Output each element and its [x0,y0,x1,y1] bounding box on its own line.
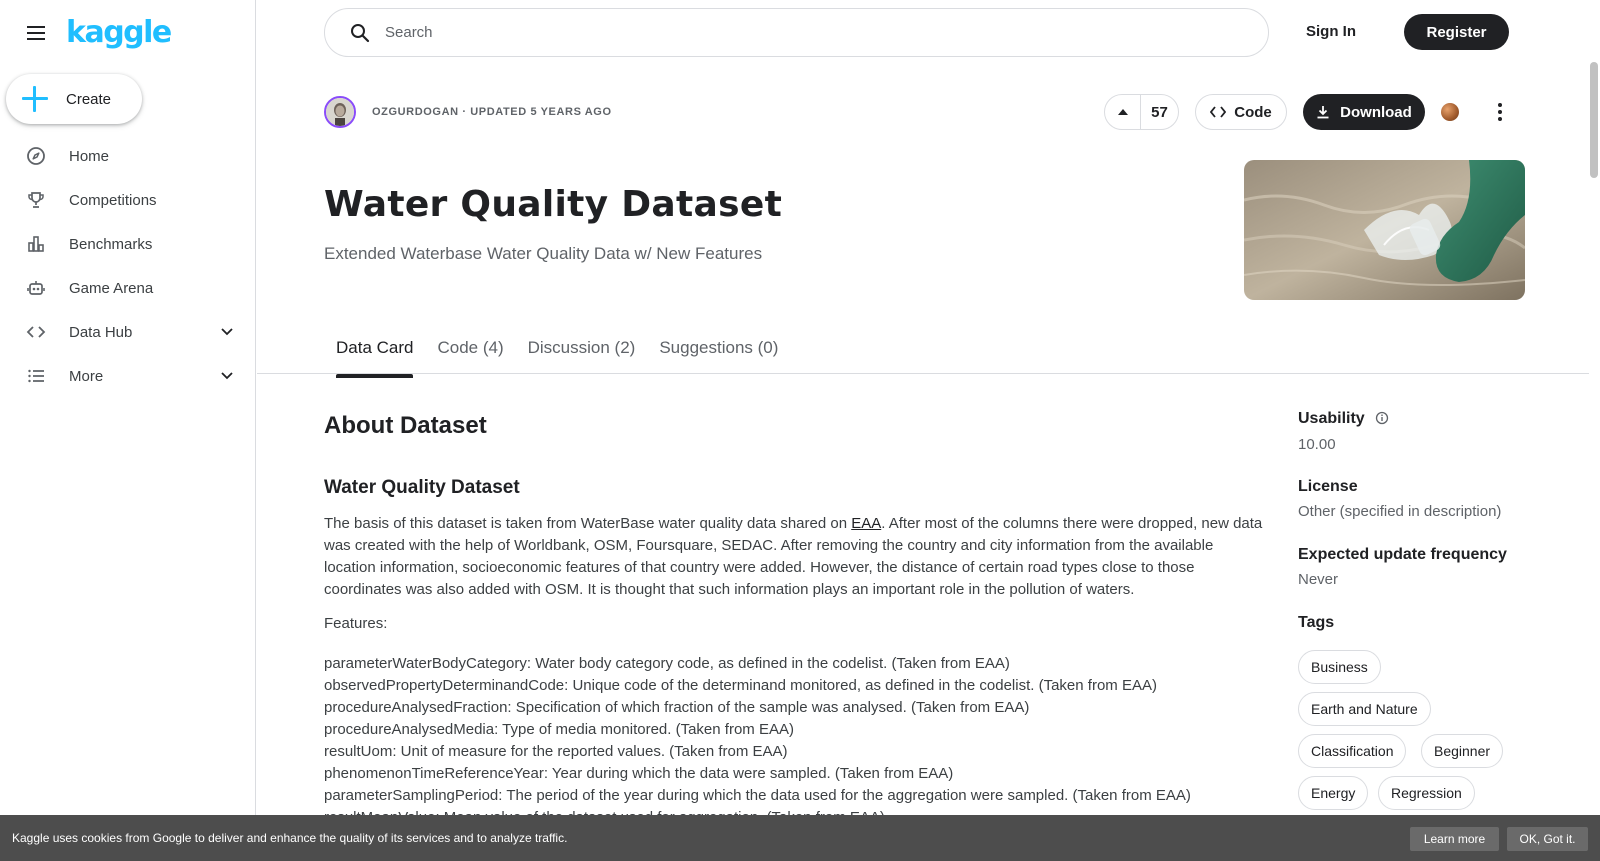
code-brackets-icon [1210,106,1227,118]
compass-icon [26,146,46,166]
trophy-icon [26,190,46,210]
feature-line: resultUom: Unit of measure for the repor… [324,743,788,760]
feature-line: procedureAnalysedMedia: Type of media mo… [324,721,794,738]
triangle-up-icon [1117,109,1128,115]
download-button[interactable]: Download [1303,94,1425,130]
menu-icon[interactable] [24,21,48,45]
sidebar-item-game-arena[interactable]: Game Arena [0,266,256,310]
register-button[interactable]: Register [1404,14,1509,50]
section-heading: Water Quality Dataset [324,477,520,498]
sign-in-button[interactable]: Sign In [1306,14,1356,50]
feature-line: procedureAnalysedFraction: Specification… [324,699,1030,716]
cookie-ok-button[interactable]: OK, Got it. [1507,827,1588,851]
sidebar-item-more[interactable]: More [0,354,256,398]
code-brackets-icon [26,322,46,342]
dataset-tabs: Data Card Code (4) Discussion (2) Sugges… [336,338,778,378]
page-subtitle: Extended Waterbase Water Quality Data w/… [324,244,763,263]
sidebar-item-data-hub[interactable]: Data Hub [0,310,256,354]
robot-icon [26,278,46,298]
tab-data-card[interactable]: Data Card [336,338,414,378]
list-icon [26,366,46,386]
bar-chart-icon [26,234,46,254]
usability-value: 10.00 [1298,436,1336,453]
download-icon [1317,106,1329,119]
tab-discussion[interactable]: Discussion (2) [528,338,636,372]
search-bar[interactable]: Search [324,8,1269,57]
download-button-label: Download [1340,103,1412,121]
plus-icon [22,86,48,112]
sidebar-item-benchmarks[interactable]: Benchmarks [0,222,256,266]
dataset-cover-image [1244,160,1525,300]
features-list: parameterWaterBodyCategory: Water body c… [324,653,1269,829]
tag-classification[interactable]: Classification [1298,734,1407,768]
tag-business[interactable]: Business [1298,650,1381,684]
tabs-divider [257,373,1589,374]
sidebar-item-label: Home [69,147,110,165]
license-label: License [1298,478,1358,495]
usability-heading: Usability [1298,410,1365,427]
scrollbar-thumb[interactable] [1590,62,1598,178]
code-button-label: Code [1234,103,1272,121]
sidebar-header: kaggle [24,18,172,48]
license-value: Other (specified in description) [1298,503,1502,520]
tab-code[interactable]: Code (4) [437,338,503,372]
feature-line: phenomenonTimeReferenceYear: Year during… [324,765,954,782]
description-paragraph: The basis of this dataset is taken from … [324,513,1269,601]
sidebar-item-label: Game Arena [69,279,154,297]
tab-suggestions[interactable]: Suggestions (0) [659,338,778,372]
sidebar-nav: Home Competitions Benchmarks Game Arena … [0,134,256,398]
search-input[interactable]: Search [385,24,433,41]
tag-earth-and-nature[interactable]: Earth and Nature [1298,692,1431,726]
tag-energy[interactable]: Energy [1298,776,1369,810]
kaggle-logo[interactable]: kaggle [66,18,172,48]
sidebar-item-label: Competitions [69,191,157,209]
info-icon[interactable] [1375,411,1389,425]
tag-beginner[interactable]: Beginner [1421,734,1504,768]
more-options-icon[interactable] [1490,100,1510,124]
tags-label: Tags [1298,614,1335,631]
chevron-down-icon[interactable] [220,324,234,338]
feature-line: parameterSamplingPeriod: The period of t… [324,787,1191,804]
sidebar-item-competitions[interactable]: Competitions [0,178,256,222]
sidebar-item-label: More [69,367,104,385]
feature-line: parameterWaterBodyCategory: Water body c… [324,655,1010,672]
sidebar: kaggle Create Home Competitions Benchmar… [0,0,256,861]
update-frequency-value: Never [1298,571,1339,588]
eaa-link[interactable]: EAA [851,515,881,532]
create-label: Create [66,90,112,108]
page-title: Water Quality Dataset [324,184,783,225]
create-button[interactable]: Create [6,74,142,124]
tag-regression[interactable]: Regression [1378,776,1475,810]
search-icon [351,23,370,42]
chevron-down-icon[interactable] [220,368,234,382]
vote-count: 57 [1151,103,1168,121]
cookie-banner: Kaggle uses cookies from Google to deliv… [0,815,1600,861]
code-button[interactable]: Code [1195,94,1287,130]
learn-more-button[interactable]: Learn more [1410,827,1499,851]
about-heading: About Dataset [324,412,487,439]
paragraph-text: The basis of this dataset is taken from … [324,515,852,532]
features-label: Features: [324,615,388,632]
sidebar-item-home[interactable]: Home [0,134,256,178]
update-frequency-label: Expected update frequency [1298,546,1507,563]
sidebar-item-label: Data Hub [69,323,133,341]
cookie-text: Kaggle uses cookies from Google to deliv… [12,831,568,845]
sidebar-item-label: Benchmarks [69,235,153,253]
avatar[interactable] [324,96,356,128]
feature-line: observedPropertyDeterminandCode: Unique … [324,677,1157,694]
usability-label: Usability [1298,410,1389,428]
bronze-medal-icon[interactable] [1441,103,1459,121]
owner-line[interactable]: OZGURDOGAN · UPDATED 5 YEARS AGO [372,106,612,118]
upvote-button[interactable] [1105,95,1141,129]
upvote-widget: 57 [1104,94,1179,130]
